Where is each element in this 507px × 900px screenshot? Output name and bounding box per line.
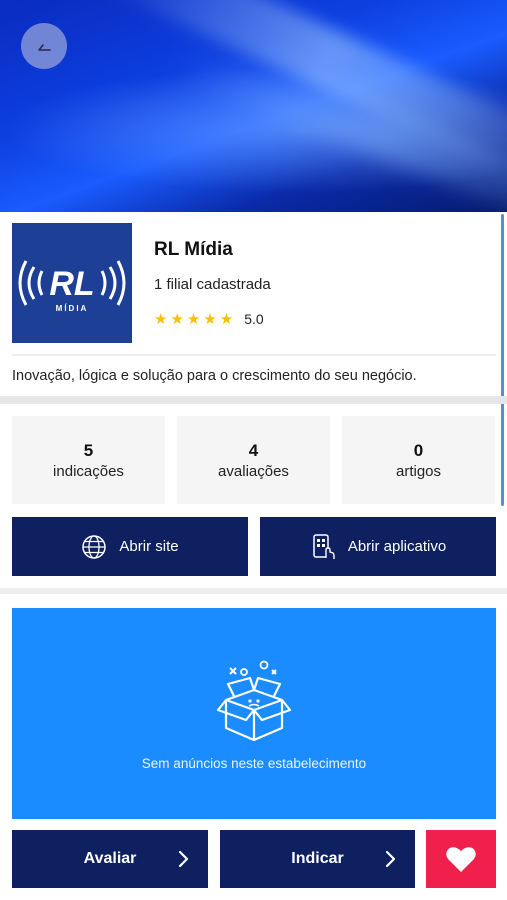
back-button[interactable] (21, 23, 67, 69)
company-profile: RL MÍDIA RL Mídia 1 filial cadastrada ★★… (0, 212, 507, 402)
rating: ★★★★★ 5.0 (154, 310, 264, 328)
favorite-button[interactable] (426, 830, 496, 888)
open-site-label: Abrir site (119, 538, 179, 555)
chevron-right-icon (385, 850, 396, 868)
recommend-label: Indicar (291, 850, 344, 867)
divider (12, 354, 496, 356)
company-name: RL Mídia (154, 239, 233, 260)
star-rating-icon: ★★★★★ (154, 311, 237, 328)
stat-label: artigos (395, 462, 442, 480)
ads-panel: Sem anúncios neste estabelecimento (12, 608, 496, 819)
stat-articles[interactable]: 0 artigos (342, 416, 495, 504)
section-separator (0, 588, 507, 594)
heart-icon (446, 847, 476, 872)
section-separator (0, 396, 507, 404)
arrow-left-icon (38, 44, 51, 51)
stat-label: avaliações (218, 462, 289, 480)
rating-value: 5.0 (244, 311, 264, 327)
rate-label: Avaliar (83, 850, 137, 867)
open-site-button[interactable]: Abrir site (12, 517, 248, 576)
company-logo: RL MÍDIA (12, 223, 132, 343)
open-app-label: Abrir aplicativo (347, 538, 447, 555)
company-description: Inovação, lógica e solução para o cresci… (12, 368, 417, 384)
mobile-app-icon (313, 533, 335, 559)
rl-midia-logo: RL MÍDIA (12, 223, 132, 343)
globe-icon (82, 534, 107, 559)
stat-label: indicações (53, 462, 124, 480)
open-app-button[interactable]: Abrir aplicativo (260, 517, 496, 576)
empty-ads-message: Sem anúncios neste estabelecimento (141, 756, 367, 771)
stat-value: 5 (83, 440, 94, 460)
logo-subtext: MÍDIA (56, 304, 89, 313)
branch-count[interactable]: 1 filial cadastrada (154, 276, 271, 293)
cover-image (0, 0, 507, 212)
empty-box-icon (216, 660, 292, 742)
stat-recommendations[interactable]: 5 indicações (12, 416, 165, 504)
chevron-right-icon (178, 850, 189, 868)
logo-text: RL (49, 265, 94, 303)
stat-reviews[interactable]: 4 avaliações (177, 416, 330, 504)
stat-value: 0 (413, 440, 424, 460)
recommend-button[interactable]: Indicar (220, 830, 415, 888)
rate-button[interactable]: Avaliar (12, 830, 208, 888)
stat-value: 4 (248, 440, 259, 460)
